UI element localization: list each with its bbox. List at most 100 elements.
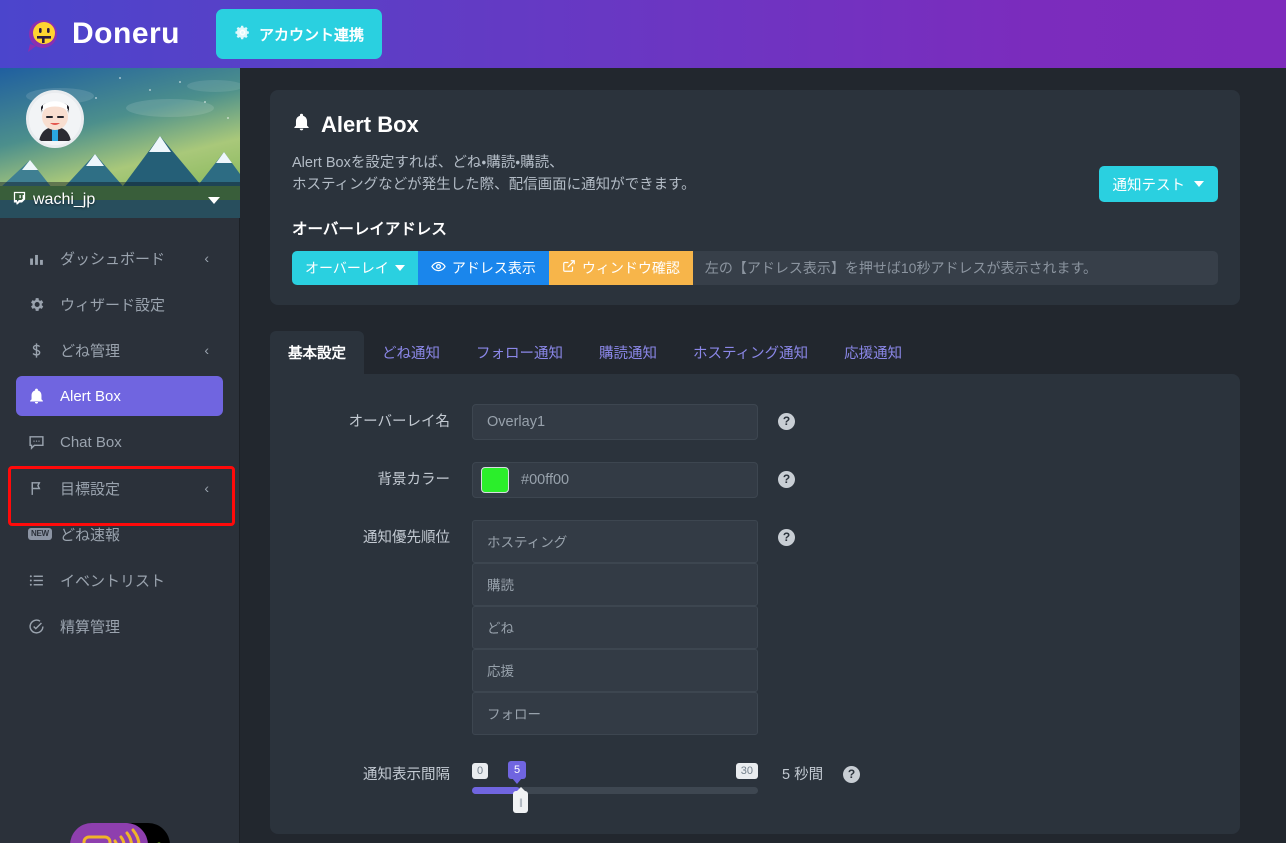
sidebar-item-label: ウィザード設定	[60, 296, 166, 314]
sidebar-item-alert-box[interactable]: Alert Box	[16, 376, 223, 416]
sidebar-item-label: Chat Box	[60, 433, 122, 451]
help-icon[interactable]: ?	[778, 412, 795, 430]
slider-max-label: 30	[735, 762, 758, 780]
user-avatar-icon	[29, 93, 81, 145]
notification-priority-row: 通知優先順位 ホスティング 購読 どね 応援 フォロー ?	[292, 519, 1218, 735]
sidebar-item-label: Alert Box	[60, 387, 121, 405]
notification-test-label: 通知テスト	[1112, 177, 1186, 194]
background-color-row: 背景カラー #00ff00 ?	[292, 461, 1218, 498]
external-link-icon	[562, 259, 576, 276]
overlay-name-value: Overlay1	[487, 413, 546, 430]
overlay-select-button[interactable]: オーバーレイ	[292, 250, 418, 285]
tab-hosting-alert[interactable]: ホスティング通知	[675, 331, 826, 374]
link-account-button[interactable]: アカウント連携	[216, 9, 383, 59]
avatar[interactable]	[26, 90, 84, 148]
profile-header[interactable]: wachi_jp	[0, 68, 240, 218]
bar-chart-icon	[28, 250, 50, 267]
list-item[interactable]: ホスティング	[472, 519, 758, 563]
sidebar-item-label: どね速報	[60, 526, 121, 544]
overlay-address-row: オーバーレイ アドレス表示 ウィンドウ確認 左の【アドレス表示】を押せば10秒ア…	[292, 250, 1218, 285]
sidebar-item-settlement-management[interactable]: 精算管理	[16, 606, 223, 646]
notification-interval-value: 5 秒間	[782, 766, 824, 783]
show-address-label: アドレス表示	[451, 259, 536, 276]
tab-subscription-alert[interactable]: 購読通知	[581, 331, 675, 374]
notification-interval-slider[interactable]: 0 30 5 ||	[472, 757, 758, 813]
overlay-name-row: オーバーレイ名 Overlay1 ?	[292, 403, 1218, 440]
gear-icon	[28, 296, 50, 313]
sidebar-item-chat-box[interactable]: Chat Box	[16, 422, 223, 462]
sidebar: wachi_jp ダッシュボード ‹ ウィザード設定 どね管理 ‹ Alert …	[0, 68, 240, 843]
chevron-left-icon: ‹	[204, 342, 209, 358]
link-account-label: アカウント連携	[259, 26, 365, 44]
bell-icon	[292, 112, 311, 138]
page-title-text: Alert Box	[321, 112, 419, 137]
overlay-name-label: オーバーレイ名	[348, 413, 450, 430]
main-content: Alert Box Alert Boxを設定すれば、どね・購読・購読、 ホスティ…	[240, 68, 1286, 843]
check-circle-icon	[28, 618, 50, 635]
tab-basic-settings[interactable]: 基本設定	[270, 330, 364, 374]
grip-icon: ||	[519, 796, 523, 807]
sidebar-nav: ダッシュボード ‹ ウィザード設定 どね管理 ‹ Alert Box Chat …	[0, 218, 239, 646]
flag-icon	[28, 480, 50, 497]
background-color-input[interactable]: #00ff00	[472, 461, 758, 498]
profile-name-bar[interactable]: wachi_jp	[0, 182, 240, 218]
window-check-label: ウィンドウ確認	[581, 259, 680, 276]
sidebar-item-event-list[interactable]: イベントリスト	[16, 560, 223, 600]
chevron-left-icon: ‹	[204, 480, 209, 496]
page-title: Alert Box	[292, 112, 1218, 138]
new-badge-icon: NEW	[28, 528, 52, 540]
basic-settings-panel: オーバーレイ名 Overlay1 ? 背景カラー #00ff00 ? 通知優先順…	[270, 373, 1240, 834]
caret-down-icon[interactable]	[208, 196, 220, 204]
sidebar-item-label: どね管理	[60, 342, 121, 360]
tab-follow-alert[interactable]: フォロー通知	[458, 331, 581, 374]
settings-tabs: 基本設定 どね通知 フォロー通知 購読通知 ホスティング通知 応援通知	[270, 330, 1240, 374]
sidebar-item-dashboard[interactable]: ダッシュボード ‹	[16, 238, 223, 278]
slider-handle[interactable]: ||	[513, 790, 528, 813]
notification-priority-list: ホスティング 購読 どね 応援 フォロー	[472, 519, 758, 735]
slider-value-tooltip: 5	[508, 760, 527, 780]
sidebar-item-label: イベントリスト	[60, 572, 166, 590]
eye-icon	[431, 259, 446, 277]
help-icon[interactable]: ?	[778, 470, 795, 488]
tab-donation-alert[interactable]: どね通知	[364, 331, 458, 374]
top-bar: Doneru アカウント連携	[0, 0, 1286, 68]
chevron-left-icon: ‹	[204, 250, 209, 266]
overlay-name-input[interactable]: Overlay1	[472, 403, 758, 440]
bell-icon	[28, 388, 50, 405]
window-check-button[interactable]: ウィンドウ確認	[548, 250, 693, 285]
list-item[interactable]: フォロー	[472, 691, 758, 735]
settings-tabs-wrapper: 基本設定 どね通知 フォロー通知 購読通知 ホスティング通知 応援通知 オーバー…	[270, 330, 1240, 834]
color-swatch[interactable]	[481, 466, 509, 493]
twitch-icon	[12, 190, 27, 210]
help-icon[interactable]: ?	[843, 765, 861, 783]
sidebar-item-label: ダッシュボード	[60, 250, 166, 268]
show-address-button[interactable]: アドレス表示	[417, 250, 549, 285]
list-item[interactable]: 応援	[472, 648, 758, 692]
sidebar-item-wizard-settings[interactable]: ウィザード設定	[16, 284, 223, 324]
sidebar-item-goal-settings[interactable]: 目標設定 ‹	[16, 468, 223, 508]
notification-priority-label: 通知優先順位	[363, 529, 450, 546]
brand-name: Doneru	[72, 17, 180, 50]
list-item[interactable]: 購読	[472, 562, 758, 606]
notification-interval-row: 通知表示間隔 0 30 5 || 5 秒間 ?	[292, 757, 1218, 813]
background-color-value: #00ff00	[521, 471, 570, 488]
notification-test-button[interactable]: 通知テスト	[1098, 166, 1218, 202]
speaker-alert-widget-icon[interactable]	[68, 821, 173, 843]
sidebar-item-label: 精算管理	[60, 618, 121, 636]
sidebar-item-donation-management[interactable]: どね管理 ‹	[16, 330, 223, 370]
background-color-label: 背景カラー	[377, 471, 451, 488]
sidebar-item-label: 目標設定	[60, 480, 121, 498]
doneru-smiley-logo-icon	[22, 14, 62, 54]
dollar-icon	[28, 342, 50, 359]
caret-down-icon	[394, 264, 405, 271]
overlay-address-section-title: オーバーレイアドレス	[292, 220, 447, 238]
app-root: Doneru アカウント連携 wachi_jp ダッシュボード ‹ ウィザード設…	[0, 0, 1286, 843]
chat-icon	[28, 434, 50, 451]
help-icon[interactable]: ?	[778, 528, 795, 546]
brand[interactable]: Doneru	[22, 14, 180, 54]
tab-cheer-alert[interactable]: 応援通知	[826, 331, 920, 374]
list-item[interactable]: どね	[472, 605, 758, 649]
notification-interval-label: 通知表示間隔	[363, 766, 450, 783]
sidebar-item-donation-news[interactable]: NEW どね速報	[16, 514, 223, 554]
overlay-address-input[interactable]: 左の【アドレス表示】を押せば10秒アドレスが表示されます。	[692, 250, 1218, 285]
